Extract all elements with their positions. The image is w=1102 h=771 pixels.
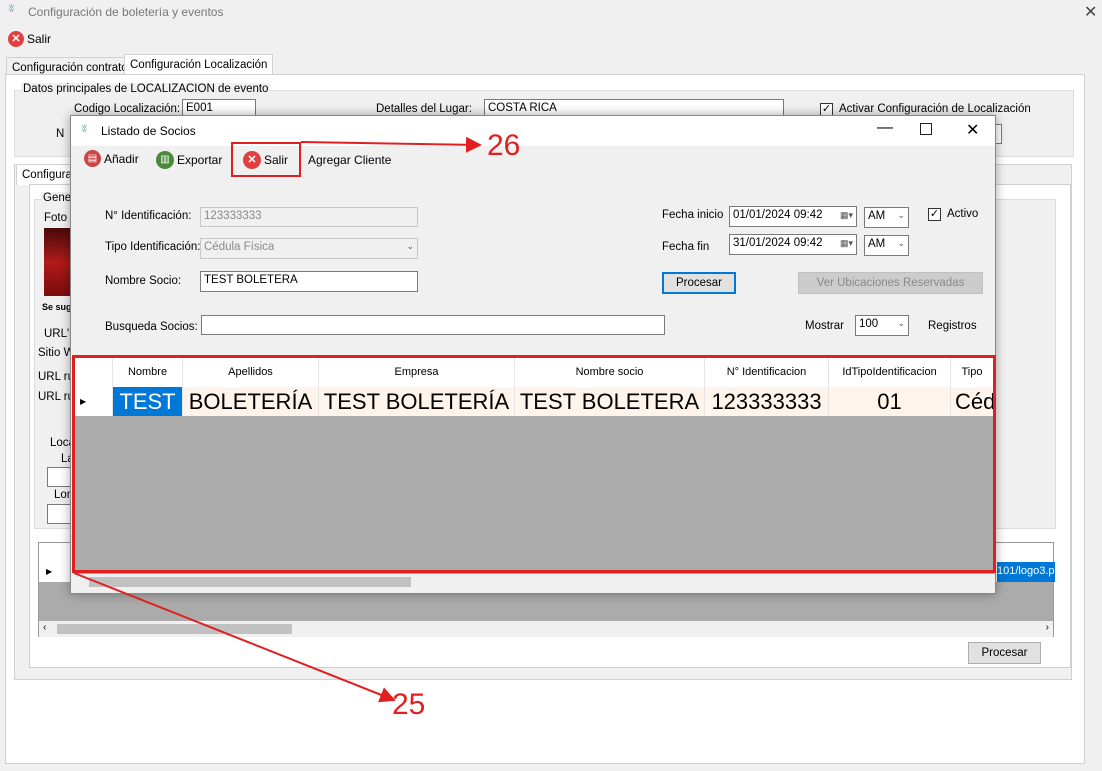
annotation-label-26: 26 (487, 129, 521, 162)
annotation-arrows (73, 136, 482, 703)
arrow-25 (73, 572, 396, 703)
arrow-26 (300, 136, 482, 153)
annotation-label-25: 25 (392, 688, 426, 721)
